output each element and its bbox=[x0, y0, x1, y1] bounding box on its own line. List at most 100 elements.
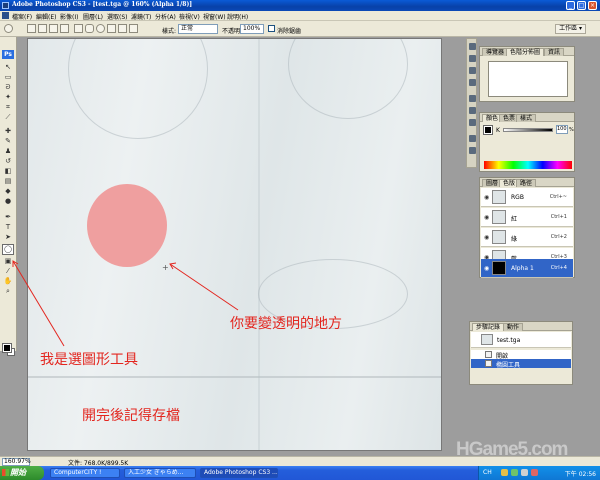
lasso-tool-icon[interactable]: ᘐ bbox=[3, 83, 13, 92]
opacity-input[interactable]: 100% bbox=[240, 24, 264, 34]
notes-tool-icon[interactable]: ▣ bbox=[3, 257, 13, 266]
zoom-tool-icon[interactable]: ⌕ bbox=[3, 287, 13, 296]
antialias-checkbox[interactable] bbox=[268, 25, 275, 32]
eyedropper-tool-icon[interactable]: ⁄ bbox=[3, 267, 13, 276]
close-button[interactable]: × bbox=[588, 1, 597, 10]
taskbar-item-computercity[interactable]: ComputerCITY ! bbox=[50, 468, 120, 478]
tray-icon[interactable] bbox=[531, 469, 538, 476]
k-slider[interactable] bbox=[503, 128, 553, 132]
path-selection-tool-icon[interactable]: ➤ bbox=[3, 233, 13, 242]
line-shape-icon[interactable] bbox=[118, 24, 127, 33]
dock-tool-icon[interactable] bbox=[469, 55, 476, 62]
history-brush-tool-icon[interactable]: ↺ bbox=[3, 157, 13, 166]
tray-icon[interactable] bbox=[501, 469, 508, 476]
dock-tool-icon[interactable] bbox=[469, 79, 476, 86]
eye-icon[interactable]: ◉ bbox=[484, 234, 489, 241]
tray-icon[interactable] bbox=[521, 469, 528, 476]
crop-tool-icon[interactable]: ⌗ bbox=[3, 103, 13, 112]
stamp-tool-icon[interactable]: ♟ bbox=[3, 147, 13, 156]
tab-paths[interactable]: 路徑 bbox=[516, 179, 537, 187]
history-tabs: 步驟記錄 動作 bbox=[470, 322, 572, 331]
ellipse-shape-icon[interactable] bbox=[96, 24, 105, 33]
dock-tool-icon[interactable] bbox=[469, 107, 476, 114]
history-step-row[interactable]: 開啟 bbox=[471, 350, 571, 360]
new-selection-icon[interactable] bbox=[27, 24, 36, 33]
menu-filter[interactable]: 濾鏡(T) bbox=[131, 12, 151, 21]
tab-info[interactable]: 資訊 bbox=[544, 48, 565, 56]
tab-histogram[interactable]: 色階分佈圖 bbox=[506, 48, 545, 56]
workspace-button[interactable]: 工作區 ▾ bbox=[555, 24, 586, 34]
menu-help[interactable]: 說明(H) bbox=[227, 12, 248, 21]
shape-tool-icon[interactable]: ◯ bbox=[2, 244, 14, 255]
rounded-rectangle-icon[interactable] bbox=[85, 24, 94, 33]
channel-shortcut: Ctrl+4 bbox=[550, 265, 567, 271]
move-tool-icon[interactable]: ↖ bbox=[3, 63, 13, 72]
document-canvas[interactable]: + bbox=[27, 38, 442, 451]
taskbar-item-game[interactable]: 入工少女 ぎゃらめ... bbox=[124, 468, 196, 478]
dock-tool-icon[interactable] bbox=[469, 67, 476, 74]
eye-icon[interactable]: ◉ bbox=[484, 194, 489, 201]
dodge-tool-icon[interactable]: ● bbox=[3, 197, 13, 206]
subtract-selection-icon[interactable] bbox=[49, 24, 58, 33]
dock-tool-icon[interactable] bbox=[469, 135, 476, 142]
slice-tool-icon[interactable]: ⟋ bbox=[3, 113, 13, 122]
gradient-tool-icon[interactable]: ▤ bbox=[3, 177, 13, 186]
tray-icon[interactable] bbox=[511, 469, 518, 476]
brush-tool-icon[interactable]: ✎ bbox=[3, 137, 13, 146]
magic-wand-tool-icon[interactable]: ✦ bbox=[3, 93, 13, 102]
dock-tool-icon[interactable] bbox=[469, 95, 476, 102]
color-spectrum-bar[interactable] bbox=[484, 161, 572, 169]
menu-bar: 檔案(F) 編輯(E) 影像(I) 圖層(L) 選取(S) 濾鏡(T) 分析(A… bbox=[0, 11, 600, 21]
rectangle-shape-icon[interactable] bbox=[74, 24, 83, 33]
dock-tool-icon[interactable] bbox=[469, 43, 476, 50]
style-select[interactable]: 正常 bbox=[178, 24, 218, 34]
site-watermark: HGame5.com bbox=[456, 439, 568, 460]
eraser-tool-icon[interactable]: ◧ bbox=[3, 167, 13, 176]
channel-row[interactable]: ◉ RGB Ctrl+~ bbox=[481, 188, 573, 207]
color-panel: 顏色 色票 樣式 K 100 % bbox=[479, 112, 575, 172]
texture-seam bbox=[28, 376, 441, 378]
ps-menu-icon[interactable] bbox=[2, 12, 9, 19]
hand-tool-icon[interactable]: ✋ bbox=[3, 277, 13, 286]
menu-edit[interactable]: 編輯(E) bbox=[36, 12, 56, 21]
custom-shape-icon[interactable] bbox=[129, 24, 138, 33]
channel-row[interactable]: ◉ 綠 Ctrl+2 bbox=[481, 228, 573, 247]
healing-brush-tool-icon[interactable]: ✚ bbox=[3, 127, 13, 136]
taskbar-item-photoshop[interactable]: Adobe Photoshop CS3 ... bbox=[200, 468, 278, 478]
start-button[interactable]: 開始 bbox=[0, 466, 44, 480]
blur-tool-icon[interactable]: ◆ bbox=[3, 187, 13, 196]
add-selection-icon[interactable] bbox=[38, 24, 47, 33]
ellipse-tool-preset-icon[interactable] bbox=[4, 24, 13, 33]
history-step-row-selected[interactable]: 橢圓工具 bbox=[471, 359, 571, 369]
menu-file[interactable]: 檔案(F) bbox=[12, 12, 32, 21]
eye-icon[interactable]: ◉ bbox=[484, 265, 489, 272]
menu-analysis[interactable]: 分析(A) bbox=[155, 12, 176, 21]
language-indicator[interactable]: CH bbox=[483, 469, 492, 476]
dock-tool-icon[interactable] bbox=[469, 147, 476, 154]
color-panel-swatch[interactable] bbox=[483, 125, 493, 135]
menu-view[interactable]: 檢視(V) bbox=[179, 12, 200, 21]
foreground-color-swatch[interactable] bbox=[2, 343, 12, 353]
eye-icon[interactable]: ◉ bbox=[484, 214, 489, 221]
history-snapshot-row[interactable]: test.tga bbox=[471, 332, 571, 348]
menu-image[interactable]: 影像(I) bbox=[60, 12, 78, 21]
minimize-button[interactable]: _ bbox=[566, 1, 575, 10]
marquee-tool-icon[interactable]: ▭ bbox=[3, 73, 13, 82]
intersect-selection-icon[interactable] bbox=[60, 24, 69, 33]
tab-history[interactable]: 步驟記錄 bbox=[472, 323, 505, 331]
k-value-input[interactable]: 100 bbox=[556, 125, 568, 134]
tab-actions[interactable]: 動作 bbox=[503, 323, 524, 331]
maximize-button[interactable]: □ bbox=[577, 1, 586, 10]
pen-tool-icon[interactable]: ✒ bbox=[3, 213, 13, 222]
tab-navigator[interactable]: 導覽器 bbox=[482, 48, 509, 56]
tab-styles[interactable]: 樣式 bbox=[516, 114, 537, 122]
channel-row-selected[interactable]: ◉ Alpha 1 Ctrl+4 bbox=[481, 259, 573, 278]
menu-select[interactable]: 選取(S) bbox=[107, 12, 128, 21]
menu-window[interactable]: 視窗(W) bbox=[203, 12, 226, 21]
dock-tool-icon[interactable] bbox=[469, 119, 476, 126]
channel-row[interactable]: ◉ 紅 Ctrl+1 bbox=[481, 208, 573, 227]
menu-layer[interactable]: 圖層(L) bbox=[83, 12, 103, 21]
history-step-name: 橢圓工具 bbox=[496, 362, 521, 369]
type-tool-icon[interactable]: T bbox=[3, 223, 13, 232]
polygon-shape-icon[interactable] bbox=[107, 24, 116, 33]
